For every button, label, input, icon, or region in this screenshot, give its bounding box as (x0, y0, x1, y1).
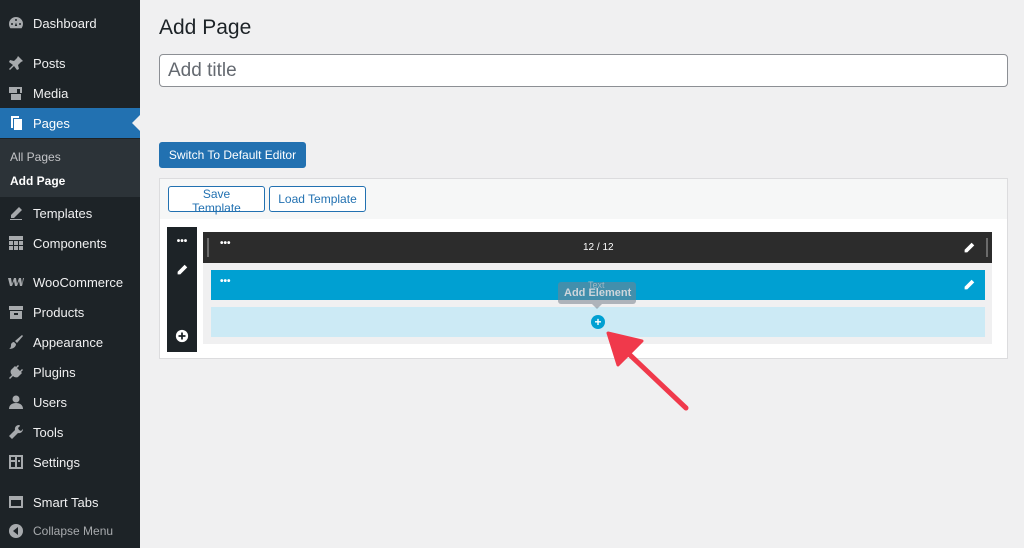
tabs-icon (8, 494, 24, 510)
menu-label: WooCommerce (33, 274, 124, 290)
user-icon (8, 394, 24, 410)
menu-label: Smart Tabs (33, 494, 99, 510)
settings-icon (8, 454, 24, 470)
menu-item-smart-tabs[interactable]: Smart Tabs (0, 487, 140, 517)
submenu-add-page[interactable]: Add Page (10, 174, 65, 188)
menu-label: Pages (33, 115, 70, 131)
menu-label: Components (33, 235, 107, 251)
section-rail: ••• (167, 227, 197, 352)
column-ratio: 12 / 12 (583, 242, 614, 253)
resize-handle-left[interactable] (207, 238, 209, 257)
section-menu-icon[interactable]: ••• (174, 233, 190, 249)
woo-icon (8, 274, 24, 290)
menu-item-components[interactable]: Components (0, 228, 140, 258)
archive-icon (8, 304, 24, 320)
pages-icon (8, 115, 24, 131)
collapse-label: Collapse Menu (33, 524, 114, 538)
page-title: Add Page (159, 16, 252, 39)
menu-label: Products (33, 304, 85, 320)
menu-label: Dashboard (33, 15, 97, 31)
plug-icon (8, 364, 24, 380)
menu-label: Plugins (33, 364, 76, 380)
grid-icon (8, 235, 24, 251)
text-element-menu-icon[interactable]: ••• (220, 276, 231, 287)
menu-item-appearance[interactable]: Appearance (0, 327, 140, 357)
admin-sidebar: Dashboard Posts Media Pages All Pages Ad… (0, 0, 140, 548)
menu-item-woocommerce[interactable]: WooCommerce (0, 267, 140, 297)
tooltip-label: Add Element (564, 287, 632, 299)
title-input[interactable] (159, 54, 1008, 87)
builder-toolbar: Save Template Load Template (160, 179, 1007, 219)
text-element-edit-icon[interactable] (962, 278, 976, 292)
brush-icon (8, 334, 24, 350)
menu-item-templates[interactable]: Templates (0, 198, 140, 228)
menu-label: Media (33, 85, 69, 101)
menu-item-products[interactable]: Products (0, 297, 140, 327)
menu-label: Tools (33, 424, 64, 440)
menu-item-settings[interactable]: Settings (0, 447, 140, 477)
wrench-icon (8, 424, 24, 440)
collapse-menu-button[interactable]: Collapse Menu (0, 516, 140, 546)
column-menu-icon[interactable]: ••• (220, 238, 231, 249)
switch-default-editor-button[interactable]: Switch To Default Editor (159, 142, 306, 168)
pages-submenu: All Pages Add Page (0, 139, 140, 197)
menu-item-media[interactable]: Media (0, 78, 140, 108)
menu-label: Posts (33, 55, 66, 71)
menu-label: Settings (33, 454, 80, 470)
menu-item-dashboard[interactable]: Dashboard (0, 8, 140, 38)
menu-item-pages[interactable]: Pages (0, 108, 140, 138)
dashboard-icon (8, 15, 24, 31)
pin-icon (8, 55, 24, 71)
submenu-all-pages[interactable]: All Pages (10, 150, 61, 164)
column-edit-icon[interactable] (962, 241, 976, 255)
menu-item-tools[interactable]: Tools (0, 417, 140, 447)
section-edit-icon[interactable] (174, 262, 190, 278)
annotation-arrow-icon (606, 331, 689, 411)
tooltip-arrow (592, 304, 602, 309)
load-template-button[interactable]: Load Template (269, 186, 366, 212)
media-icon (8, 85, 24, 101)
save-template-button[interactable]: Save Template (168, 186, 265, 215)
menu-item-posts[interactable]: Posts (0, 48, 140, 78)
menu-label: Appearance (33, 334, 104, 350)
add-section-icon[interactable] (174, 328, 190, 344)
collapse-icon (8, 523, 24, 539)
pencil-icon (8, 205, 24, 221)
menu-item-plugins[interactable]: Plugins (0, 357, 140, 387)
resize-handle-right[interactable] (986, 238, 988, 257)
menu-label: Templates (33, 205, 93, 221)
menu-item-users[interactable]: Users (0, 387, 140, 417)
menu-label: Users (33, 394, 67, 410)
